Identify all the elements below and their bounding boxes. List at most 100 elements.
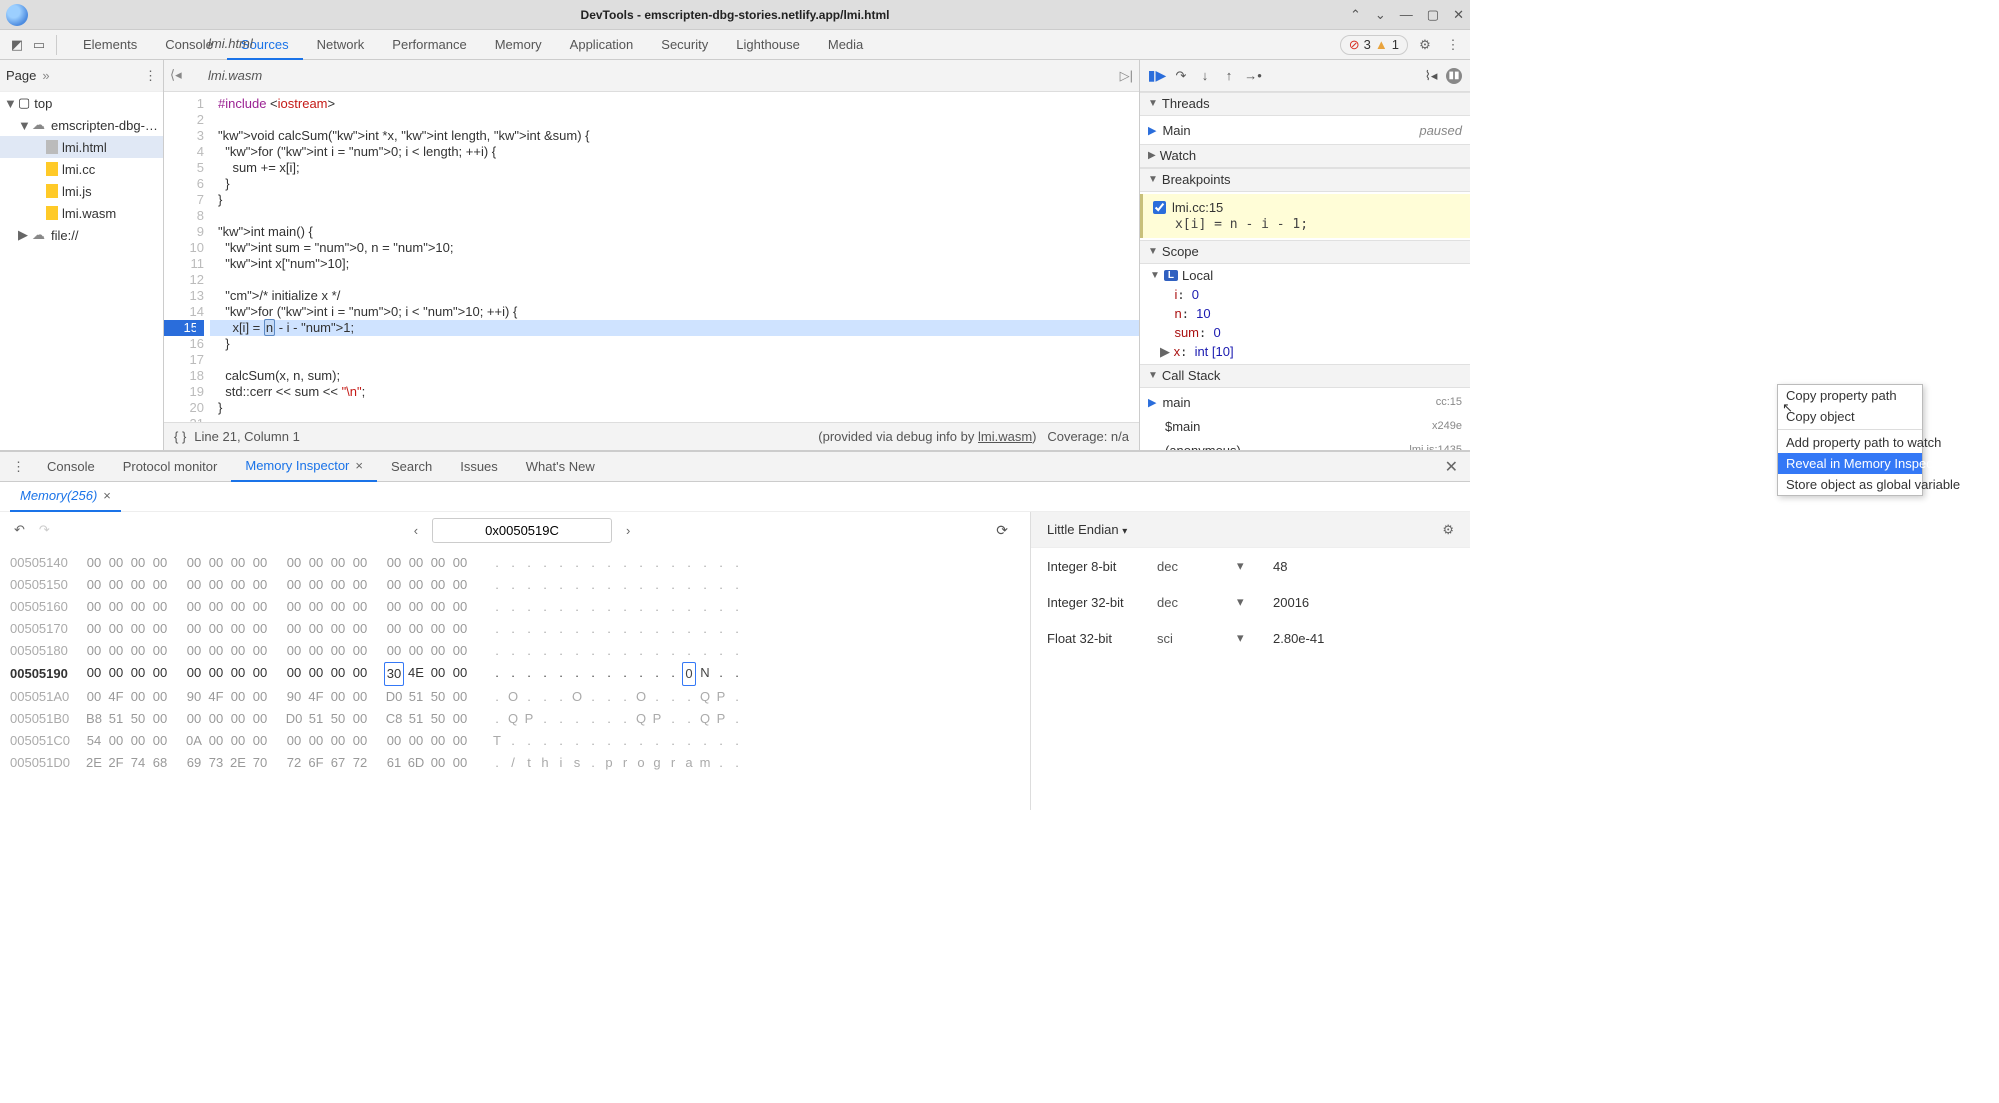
file-lmi-js[interactable]: lmi.js [0,180,163,202]
step-over-icon[interactable]: ↷ [1172,67,1190,85]
menu-item[interactable]: Store object as global variable [1778,474,1922,495]
prev-address-icon[interactable]: ‹ [408,523,424,538]
panel-tab-memory[interactable]: Memory [481,30,556,60]
drawer-tabs: ⋮ ConsoleProtocol monitorMemory Inspecto… [0,452,1470,482]
settings-icon[interactable]: ⚙ [1414,34,1436,56]
navigator-title[interactable]: Page [6,68,36,83]
scope-var-x[interactable]: ▶ x: int [10] [1140,342,1470,362]
file-lmi-wasm[interactable]: lmi.wasm [0,202,163,224]
hex-row[interactable]: 0050514000000000000000000000000000000000… [10,552,1020,574]
panel-tab-lighthouse[interactable]: Lighthouse [722,30,814,60]
settings-icon[interactable]: ⚙ [1442,522,1454,538]
drawer-tab-search[interactable]: Search [377,452,446,482]
breakpoint-checkbox[interactable] [1153,201,1166,214]
hex-row[interactable]: 005051C0540000000A0000000000000000000000… [10,730,1020,752]
pause-on-exceptions-icon[interactable]: ▮▮ [1446,68,1462,84]
value-row[interactable]: Integer 32-bitdec▾20016 [1031,584,1470,620]
menu-item[interactable]: Add property path to watch [1778,432,1922,453]
breakpoint-item[interactable]: lmi.cc:15 x[i] = n - i - 1; [1140,194,1470,238]
chevron-up-icon[interactable]: ⌃ [1350,7,1361,23]
tree-file-proto[interactable]: ▶file:// [0,224,163,246]
drawer-tab-issues[interactable]: Issues [446,452,512,482]
tree-cloud-node[interactable]: ▼emscripten-dbg-… [0,114,163,136]
drawer-tab-memory-inspector[interactable]: Memory Inspector× [231,452,377,482]
scope-section[interactable]: ▼Scope [1140,240,1470,264]
stack-frame[interactable]: (anonymous)lmi.js:1435 [1140,438,1470,450]
panel-tab-elements[interactable]: Elements [69,30,151,60]
address-input[interactable] [432,518,612,543]
issues-badge[interactable]: ⊘3 ▲1 [1340,35,1408,55]
value-row[interactable]: Integer 8-bitdec▾48 [1031,548,1470,584]
drawer-tab-console[interactable]: Console [33,452,109,482]
braces-icon[interactable]: { } [174,429,186,444]
hex-row[interactable]: 0050518000000000000000000000000000000000… [10,640,1020,662]
stack-frame[interactable]: $mainx249e [1140,414,1470,438]
file-lmi-cc[interactable]: lmi.cc [0,158,163,180]
editor-nav-back-icon[interactable]: ⟨◂ [170,67,188,85]
step-icon[interactable]: →• [1244,67,1262,85]
menu-item[interactable]: Reveal in Memory Inspector panel [1778,453,1922,474]
menu-item[interactable]: Copy object [1778,406,1922,427]
memory-tab[interactable]: Memory(256)× [10,482,121,512]
sourcemap-link[interactable]: lmi.wasm [978,429,1032,444]
scope-var-sum[interactable]: sum: 0 [1140,323,1470,342]
hex-row[interactable]: 0050516000000000000000000000000000000000… [10,596,1020,618]
threads-section[interactable]: ▼Threads [1140,92,1470,116]
tree-root[interactable]: ▼▢top [0,92,163,114]
panel-tab-performance[interactable]: Performance [378,30,480,60]
maximize-icon[interactable]: ▢ [1427,7,1439,23]
undo-icon[interactable]: ↶ [10,522,29,538]
editor-tabs: ⟨◂ lmi.htmllmi.wasmlmi.cc× ▷| [164,60,1139,92]
step-into-icon[interactable]: ↓ [1196,67,1214,85]
close-icon[interactable]: × [103,481,111,511]
drawer-tab-protocol-monitor[interactable]: Protocol monitor [109,452,232,482]
file-tree: ▼▢top ▼emscripten-dbg-… lmi.htmllmi.cclm… [0,92,163,246]
chevron-down-icon[interactable]: ⌄ [1375,7,1386,23]
breakpoints-section[interactable]: ▼Breakpoints [1140,168,1470,192]
panel-tab-media[interactable]: Media [814,30,877,60]
scope-local[interactable]: ▼LLocal [1140,266,1470,285]
navigator-more[interactable]: » [42,68,49,83]
close-window-icon[interactable]: ✕ [1453,7,1464,23]
debugger-toolbar: ▮▶ ↷ ↓ ↑ →• ⌇◂ ▮▮ [1140,60,1470,92]
scope-var-i[interactable]: i: 0 [1140,285,1470,304]
code-editor[interactable]: 123456789101112131415161718192021 #inclu… [164,92,1139,422]
callstack-section[interactable]: ▼Call Stack [1140,364,1470,388]
hex-row[interactable]: 0050515000000000000000000000000000000000… [10,574,1020,596]
close-drawer-icon[interactable]: ✕ [1433,457,1470,477]
thread-row[interactable]: ▶Mainpaused [1140,118,1470,142]
editor-run-snippet-icon[interactable]: ▷| [1120,68,1133,84]
file-lmi-html[interactable]: lmi.html [0,136,163,158]
step-out-icon[interactable]: ↑ [1220,67,1238,85]
device-toggle-icon[interactable]: ▭ [28,34,50,56]
scope-var-n[interactable]: n: 10 [1140,304,1470,323]
hex-row[interactable]: 00505190000000000000000000000000304E0000… [10,662,1020,686]
hex-row[interactable]: 005051A0004F0000904F0000904F0000D0515000… [10,686,1020,708]
next-address-icon[interactable]: › [620,523,636,538]
drawer-tab-what's-new[interactable]: What's New [512,452,609,482]
minimize-icon[interactable]: — [1400,7,1413,23]
watch-section[interactable]: ▶Watch [1140,144,1470,168]
hex-row[interactable]: 0050517000000000000000000000000000000000… [10,618,1020,640]
menu-item[interactable]: Copy property path [1778,385,1922,406]
endian-selector[interactable]: Little Endian ▾ [1047,522,1127,537]
hex-row[interactable]: 005051D02E2F746869732E70726F6772616D0000… [10,752,1020,774]
hex-row[interactable]: 005051B0B851500000000000D0515000C8515000… [10,708,1020,730]
editor-tab-lmi-wasm[interactable]: lmi.wasm [198,60,272,92]
panel-tab-security[interactable]: Security [647,30,722,60]
drawer-menu-icon[interactable]: ⋮ [4,459,33,475]
panel-tab-network[interactable]: Network [303,30,379,60]
navigator-menu-icon[interactable]: ⋮ [144,68,157,84]
close-icon[interactable]: × [355,451,363,481]
more-icon[interactable]: ⋮ [1442,34,1464,56]
panel-tab-application[interactable]: Application [556,30,648,60]
deactivate-breakpoints-icon[interactable]: ⌇◂ [1422,67,1440,85]
stack-frame[interactable]: ▶maincc:15 [1140,390,1470,414]
refresh-icon[interactable]: ⟳ [990,522,1014,539]
inspect-element-icon[interactable]: ◩ [6,34,28,56]
editor-tab-lmi-html[interactable]: lmi.html [198,28,272,60]
cursor-position: Line 21, Column 1 [194,429,300,444]
panel-tabs: ElementsConsoleSourcesNetworkPerformance… [69,30,877,60]
value-row[interactable]: Float 32-bitsci▾2.80e-41 [1031,620,1470,656]
resume-icon[interactable]: ▮▶ [1148,67,1166,85]
